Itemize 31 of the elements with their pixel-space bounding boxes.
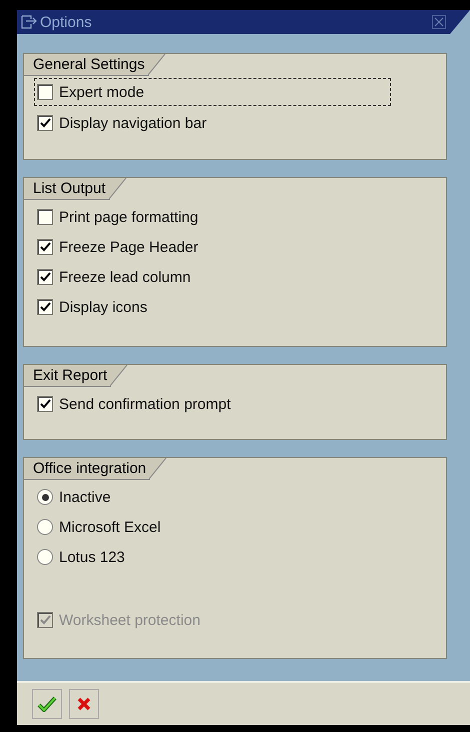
confirm-button[interactable] [32, 689, 62, 719]
tab-corner-drawing [108, 178, 127, 200]
tab-corner-drawing [110, 365, 128, 387]
radio-option[interactable]: Microsoft Excel [34, 512, 164, 542]
checkbox-option[interactable]: Display navigation bar [34, 108, 210, 138]
tab-corner-drawing [148, 54, 166, 76]
checkbox[interactable] [37, 115, 53, 131]
cancel-button[interactable] [69, 689, 99, 719]
checkbox[interactable] [37, 299, 53, 315]
radio-button[interactable] [37, 489, 53, 505]
checkbox-option[interactable]: Freeze Page Header [34, 232, 202, 262]
radio-button[interactable] [37, 519, 53, 535]
checkbox[interactable] [37, 269, 53, 285]
checkbox-option[interactable]: Send confirmation prompt [34, 389, 234, 419]
checkbox-option[interactable]: Display icons [34, 292, 150, 322]
checkbox[interactable] [37, 209, 53, 225]
close-button[interactable] [432, 15, 446, 29]
radio-option[interactable]: Inactive [34, 482, 114, 512]
radio-button[interactable] [37, 549, 53, 565]
checkbox[interactable] [37, 239, 53, 255]
cross-icon [76, 696, 92, 712]
window-title: Options [40, 14, 93, 30]
checkbox[interactable] [37, 396, 53, 412]
checkbox[interactable] [37, 84, 53, 100]
radio-option[interactable]: Lotus 123 [34, 542, 128, 572]
checkbox-option[interactable]: Freeze lead column [34, 262, 194, 292]
check-icon [37, 696, 57, 712]
checkbox-option[interactable]: Print page formatting [34, 202, 202, 232]
checkbox-option[interactable]: Expert mode [34, 78, 391, 106]
tab-corner-drawing [149, 458, 168, 480]
window-icon [21, 15, 37, 29]
